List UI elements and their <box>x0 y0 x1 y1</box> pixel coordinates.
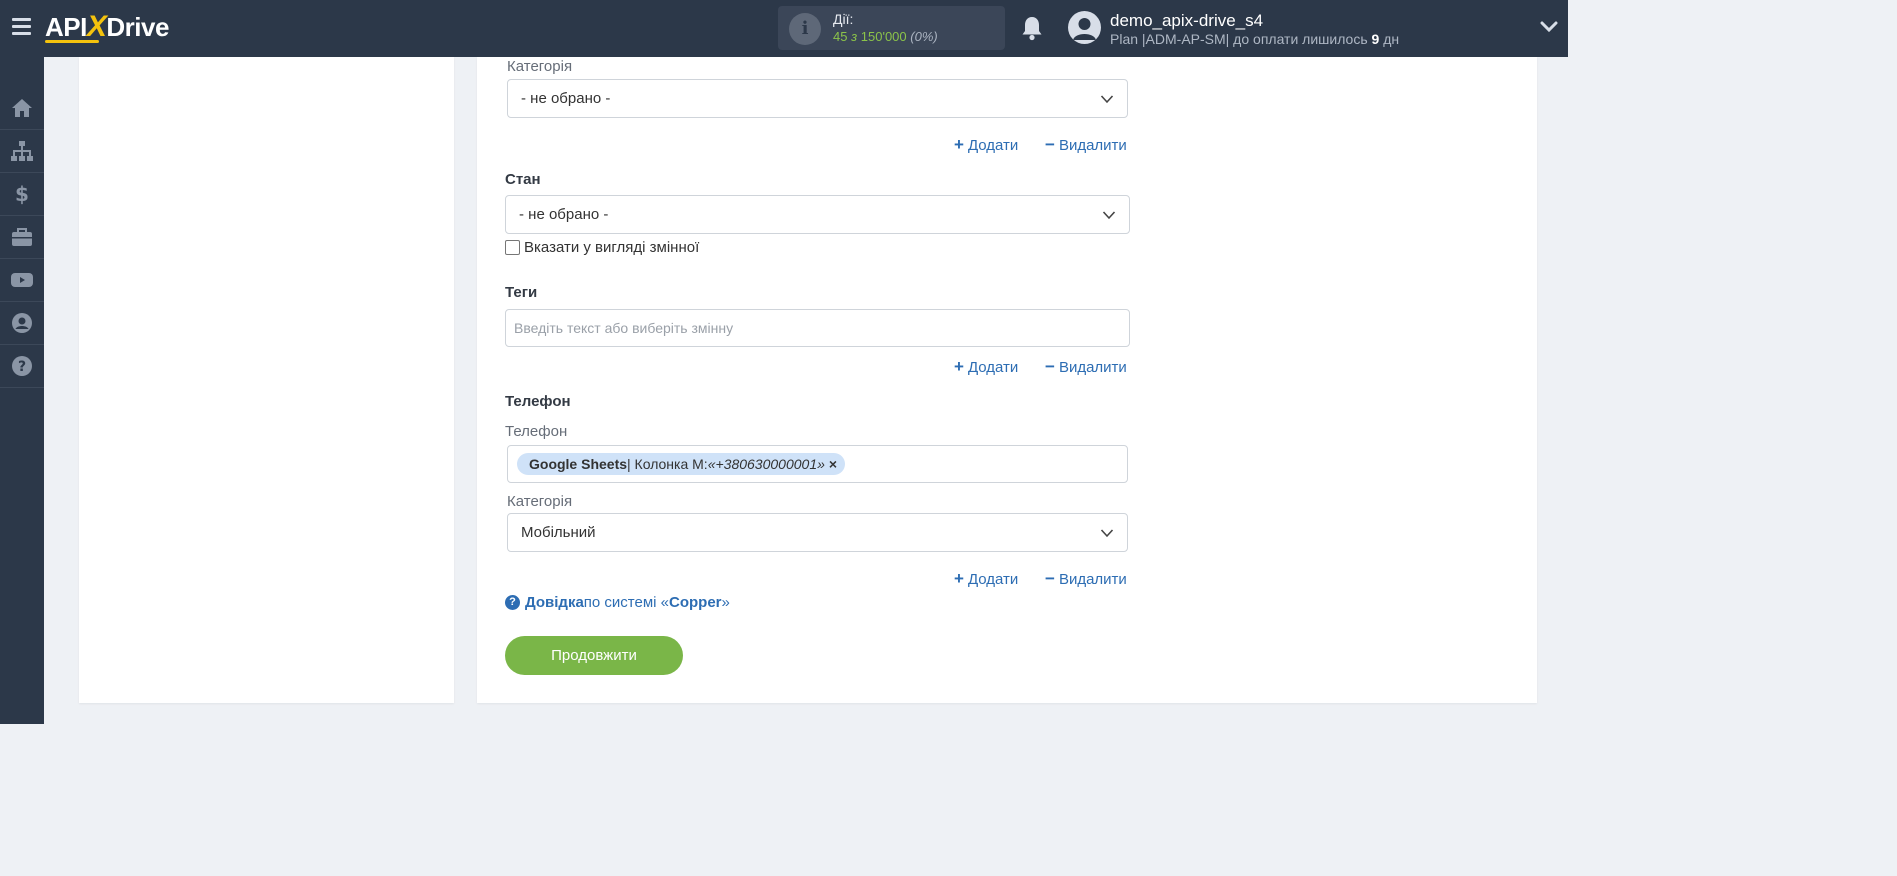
system-link[interactable]: Copper <box>669 594 722 611</box>
sidebar-item-home[interactable] <box>0 87 44 130</box>
chevron-down-icon <box>1100 95 1114 104</box>
briefcase-icon <box>12 228 32 246</box>
bell-icon[interactable] <box>1020 15 1044 41</box>
chevron-down-icon[interactable] <box>1540 20 1558 34</box>
actions-counter: i Дії: 45 з 150'000 (0%) <box>778 6 1005 50</box>
sidebar-item-connections[interactable] <box>0 130 44 173</box>
left-panel <box>79 57 454 703</box>
phone-section-label: Телефон <box>505 393 571 410</box>
category-select[interactable]: - не обрано - <box>507 79 1128 118</box>
tags-input[interactable]: Введіть текст або виберіть змінну <box>505 309 1130 347</box>
status-label: Стан <box>505 171 541 188</box>
avatar[interactable] <box>1068 11 1101 44</box>
add-button[interactable]: + Додати <box>954 135 1018 155</box>
sidebar-item-help[interactable]: ? <box>0 345 44 388</box>
hamburger-menu-icon[interactable] <box>12 18 31 36</box>
question-circle-icon: ? <box>505 594 520 610</box>
sidebar-item-services[interactable] <box>0 216 44 259</box>
variable-checkbox[interactable] <box>505 239 520 255</box>
user-icon <box>12 313 32 333</box>
dollar-icon: $ <box>15 182 29 206</box>
sidebar-item-video[interactable] <box>0 259 44 302</box>
variable-checkbox-label[interactable]: Вказати у вигляді змінної <box>524 239 699 256</box>
sidebar: $ ? <box>0 57 44 724</box>
remove-button[interactable]: − Видалити <box>1045 569 1127 589</box>
user-plan: Plan |ADM-AP-SM| до оплати лишилось 9 дн <box>1110 31 1400 47</box>
actions-label: Дії: <box>833 11 854 27</box>
svg-text:?: ? <box>18 359 26 375</box>
user-name[interactable]: demo_apix-drive_s4 <box>1110 11 1263 31</box>
remove-button[interactable]: − Видалити <box>1045 357 1127 377</box>
phone-category-label: Категорія <box>507 493 573 510</box>
sidebar-item-profile[interactable] <box>0 302 44 345</box>
close-icon[interactable]: × <box>829 456 837 472</box>
continue-button[interactable]: Продовжити <box>505 636 683 675</box>
category-label: Категорія <box>507 58 573 75</box>
actions-value: 45 з 150'000 (0%) <box>833 29 938 44</box>
variable-chip[interactable]: Google Sheets | Колонка M: «+38063000000… <box>517 453 846 475</box>
add-button[interactable]: + Додати <box>954 357 1018 377</box>
help-icon: ? <box>12 356 32 376</box>
chevron-down-icon <box>1100 529 1114 538</box>
apix-drive-logo[interactable]: APIXDrive <box>45 10 169 46</box>
variable-checkbox-row: Вказати у вигляді змінної <box>505 238 699 256</box>
remove-button[interactable]: − Видалити <box>1045 135 1127 155</box>
status-select[interactable]: - не обрано - <box>505 195 1130 234</box>
sitemap-icon <box>11 141 33 161</box>
svg-text:$: $ <box>15 182 29 206</box>
help-link-row[interactable]: ? Довідка по системі «Copper» <box>505 593 730 611</box>
info-icon: i <box>789 13 821 45</box>
help-link[interactable]: Довідка <box>525 594 584 611</box>
tags-label: Теги <box>505 284 538 301</box>
chevron-down-icon <box>1102 211 1116 220</box>
home-icon <box>12 99 32 117</box>
top-bar: APIXDrive i Дії: 45 з 150'000 (0%) demo_… <box>0 0 1568 57</box>
sidebar-item-billing[interactable]: $ <box>0 173 44 216</box>
phone-category-select[interactable]: Мобільний <box>507 513 1128 552</box>
phone-field-label: Телефон <box>505 423 568 440</box>
add-button[interactable]: + Додати <box>954 569 1018 589</box>
youtube-icon <box>11 273 33 287</box>
